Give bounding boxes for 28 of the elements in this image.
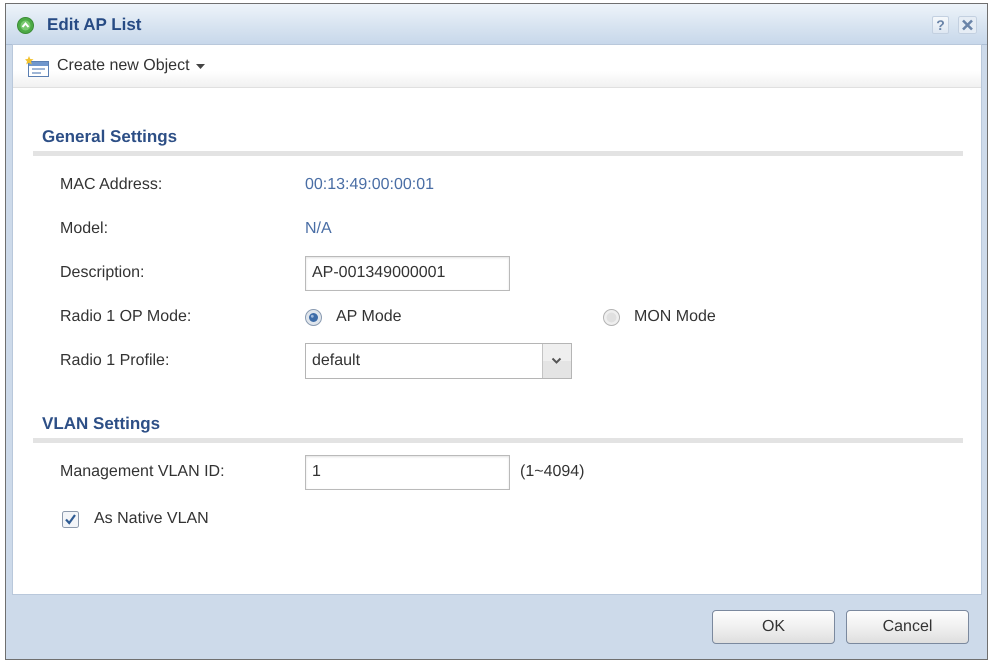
field-label: MAC Address:	[60, 176, 164, 194]
window-star-icon	[25, 56, 49, 76]
field-label: Description:	[60, 264, 146, 282]
radio-button[interactable]	[603, 308, 620, 326]
radio-label: MON Mode	[634, 308, 716, 326]
create-object-menu[interactable]: Create new Object	[25, 56, 205, 76]
dropdown[interactable]: default	[305, 343, 572, 379]
radio-label: AP Mode	[336, 308, 402, 326]
section-heading: General Settings	[41, 127, 178, 147]
text-field[interactable]: AP-001349000001	[305, 256, 510, 290]
range-hint: (1~4094)	[520, 463, 584, 481]
field-value: 00:13:49:00:00:01	[305, 176, 434, 194]
checkbox-label: As Native VLAN	[94, 510, 209, 528]
field-label: Radio 1 Profile:	[60, 352, 170, 370]
close-icon[interactable]	[958, 16, 977, 34]
chevron-down-icon	[542, 344, 571, 378]
section-heading: VLAN Settings	[41, 414, 162, 434]
dialog-button[interactable]: Cancel	[846, 610, 969, 644]
field-label: Radio 1 OP Mode:	[60, 308, 192, 326]
text-field[interactable]: 1	[305, 454, 510, 490]
radio-button[interactable]	[305, 308, 322, 326]
dialog-button[interactable]: OK	[712, 610, 835, 644]
checkbox[interactable]	[62, 510, 79, 528]
field-value: N/A	[305, 220, 332, 238]
field-label: Model:	[60, 220, 110, 238]
window-title: Edit AP List	[47, 15, 142, 35]
field-label: Management VLAN ID:	[60, 463, 226, 481]
caret-icon	[196, 64, 205, 68]
